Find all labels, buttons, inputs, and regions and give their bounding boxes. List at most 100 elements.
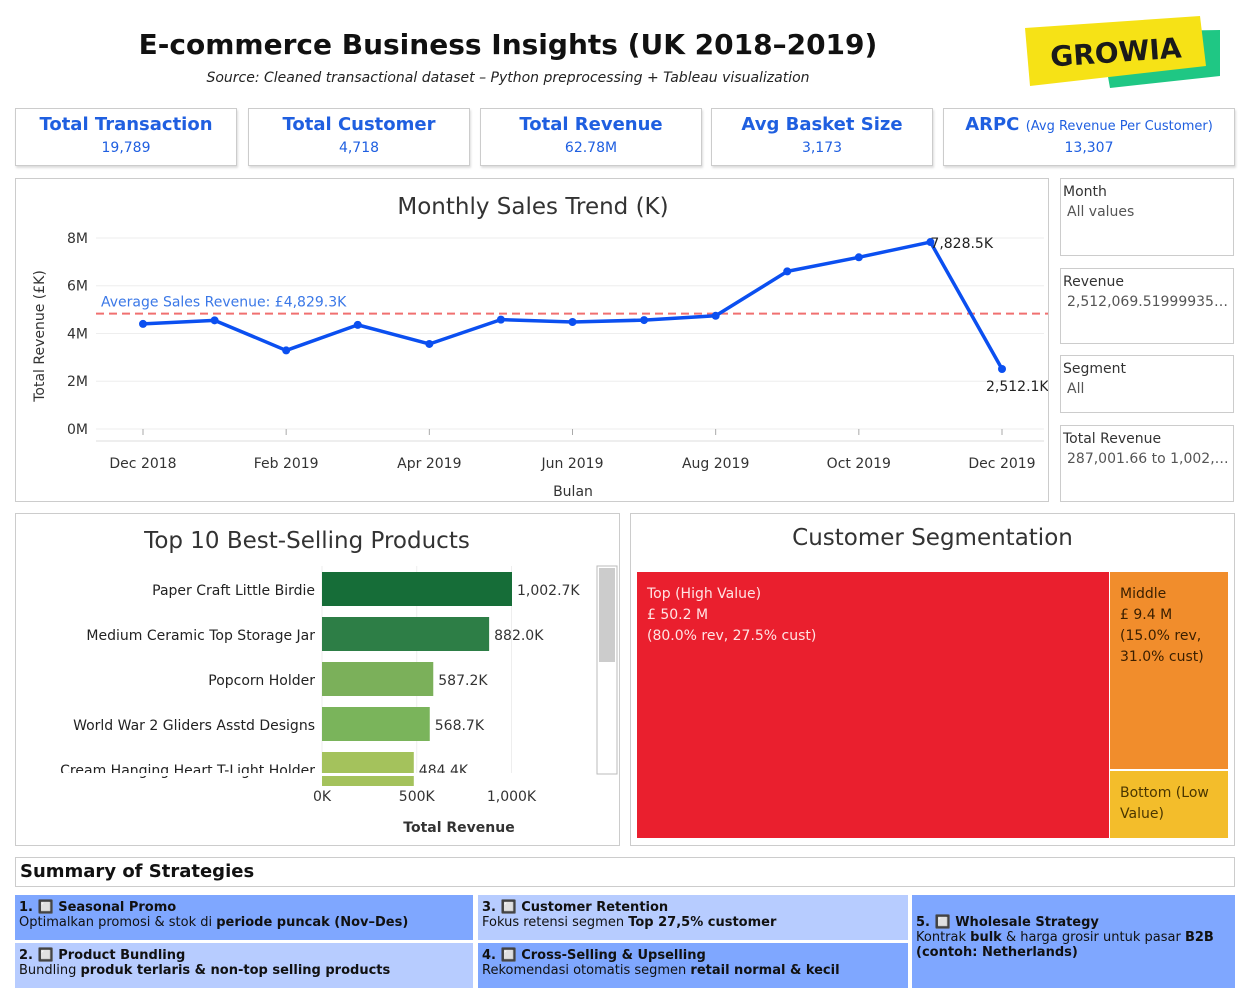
strategy-heading: 5. 🔲 Wholesale Strategy	[916, 915, 1099, 930]
segment-bottom-name-1: Bottom (Low	[1120, 785, 1209, 801]
product-value-label: 587.2K	[438, 673, 488, 689]
filter-value[interactable]: 287,001.66 to 1,002,7..	[1063, 451, 1231, 467]
filter-label: Month	[1063, 184, 1107, 200]
segment-middle-name: Middle	[1120, 586, 1167, 602]
line-y-tick-label: 4M	[67, 326, 88, 342]
bar-x-tick-label: 0K	[313, 789, 332, 805]
product-category-label: Popcorn Holder	[208, 673, 315, 689]
segmentation-title: Customer Segmentation	[792, 525, 1073, 551]
kpi-label: ARPC	[965, 114, 1020, 135]
product-category-label: Cream Hanging Heart T-Light Holder	[60, 763, 315, 779]
kpi-value: 19,789	[101, 140, 151, 156]
product-bar	[322, 572, 512, 606]
sales-data-point	[282, 346, 291, 355]
product-bar	[322, 707, 430, 741]
segment-middle[interactable]: Middle £ 9.4 M (15.0% rev, 31.0% cust)	[1110, 572, 1228, 769]
top-products-panel: Top 10 Best-Selling Products Total Reven…	[15, 513, 620, 846]
strategy-heading: 4. 🔲 Cross-Selling & Upselling	[482, 948, 706, 963]
strategies-title: Summary of Strategies	[15, 857, 1235, 887]
bar-x-axis-label: Total Revenue	[403, 820, 514, 836]
average-reference-label: Average Sales Revenue: £4,829.3K	[101, 295, 347, 311]
line-x-tick-label: Aug 2019	[682, 456, 749, 472]
strategy-text: Kontrak bulk & harga grosir untuk pasar …	[916, 930, 1214, 945]
kpi-total-customer: Total Customer 4,718	[248, 108, 470, 166]
filter-month[interactable]: Month All values	[1060, 178, 1234, 256]
segment-top-value: £ 50.2 M	[647, 607, 709, 623]
sales-point-label: 7,828.5K	[930, 236, 993, 252]
monthly-sales-chart[interactable]: Monthly Sales Trend (K) Total Revenue (£…	[16, 179, 1049, 501]
segment-top-name: Top (High Value)	[647, 586, 762, 602]
top-products-chart[interactable]: Top 10 Best-Selling Products Total Reven…	[16, 514, 619, 845]
strategy-customer-retention: 3. 🔲 Customer Retention Fokus retensi se…	[478, 895, 908, 940]
strategy-heading: 1. 🔲 Seasonal Promo	[19, 900, 177, 915]
kpi-label-note: (Avg Revenue Per Customer)	[1025, 119, 1213, 134]
kpi-arpc: ARPC (Avg Revenue Per Customer) 13,307	[943, 108, 1235, 166]
segment-bottom[interactable]: Bottom (Low Value)	[1110, 771, 1228, 838]
growia-logo: GROWIA	[1020, 14, 1230, 94]
segment-middle-detail-2: 31.0% cust)	[1120, 649, 1204, 665]
filter-value[interactable]: All values	[1063, 204, 1231, 220]
strategy-heading: 3. 🔲 Customer Retention	[482, 900, 669, 915]
kpi-label: Total Transaction	[39, 114, 213, 135]
strategy-text: Bundling produk terlaris & non-top selli…	[19, 963, 391, 978]
strategy-text: Fokus retensi segmen Top 27,5% customer	[482, 915, 777, 930]
kpi-value: 4,718	[338, 140, 380, 156]
sales-data-point	[854, 253, 863, 262]
segment-bottom-name-2: Value)	[1120, 806, 1164, 822]
line-y-tick-label: 2M	[67, 374, 88, 390]
strategy-wholesale: 5. 🔲 Wholesale Strategy Kontrak bulk & h…	[912, 895, 1235, 988]
segment-top[interactable]: Top (High Value) £ 50.2 M (80.0% rev, 27…	[637, 572, 1109, 838]
strategy-product-bundling: 2. 🔲 Product Bundling Bundling produk te…	[15, 943, 473, 988]
monthly-sales-panel: Monthly Sales Trend (K) Total Revenue (£…	[15, 178, 1049, 502]
strategy-cross-selling: 4. 🔲 Cross-Selling & Upselling Rekomenda…	[478, 943, 908, 988]
sales-data-point	[210, 316, 219, 325]
kpi-label: Avg Basket Size	[741, 114, 903, 135]
bar-chart-title: Top 10 Best-Selling Products	[143, 528, 470, 554]
line-x-tick-label: Apr 2019	[397, 456, 461, 472]
segment-top-detail: (80.0% rev, 27.5% cust)	[647, 628, 817, 644]
strategy-heading: 2. 🔲 Product Bundling	[19, 948, 186, 963]
dashboard-title: E-commerce Business Insights (UK 2018–20…	[138, 28, 878, 61]
filter-value[interactable]: All	[1063, 381, 1231, 397]
segment-middle-value: £ 9.4 M	[1120, 607, 1173, 623]
filter-segment[interactable]: Segment All	[1060, 355, 1234, 413]
line-x-tick-label: Feb 2019	[254, 456, 319, 472]
scrollbar-thumb[interactable]	[599, 568, 615, 662]
line-y-tick-label: 0M	[67, 422, 88, 438]
line-x-axis-label: Bulan	[553, 484, 593, 500]
sales-data-point	[711, 311, 720, 320]
product-bar	[322, 617, 490, 651]
product-value-label: 484.4K	[419, 763, 469, 779]
segment-middle-detail-1: (15.0% rev,	[1120, 628, 1202, 644]
sales-data-point	[640, 316, 649, 325]
line-y-tick-label: 8M	[67, 231, 88, 247]
line-x-tick-label: Dec 2019	[968, 456, 1035, 472]
sales-data-point	[783, 267, 792, 276]
customer-segmentation-panel: Customer Segmentation Top (High Value) £…	[630, 513, 1235, 846]
line-x-tick-label: Jun 2019	[541, 456, 604, 472]
line-x-tick-label: Oct 2019	[827, 456, 891, 472]
filter-label: Segment	[1063, 361, 1126, 377]
filter-revenue[interactable]: Revenue 2,512,069.51999935 t..	[1060, 268, 1234, 344]
dashboard-subtitle: Source: Cleaned transactional dataset – …	[206, 70, 810, 86]
kpi-value: 3,173	[801, 140, 843, 156]
strategy-seasonal-promo: 1. 🔲 Seasonal Promo Optimalkan promosi &…	[15, 895, 473, 940]
strategy-text: Rekomendasi otomatis segmen retail norma…	[482, 963, 840, 978]
sales-data-point	[998, 365, 1006, 374]
kpi-total-revenue: Total Revenue 62.78M	[480, 108, 702, 166]
product-category-label: World War 2 Gliders Asstd Designs	[73, 718, 315, 734]
kpi-total-transaction: Total Transaction 19,789	[15, 108, 237, 166]
sales-data-point	[496, 315, 505, 324]
strategy-text: Optimalkan promosi & stok di periode pun…	[19, 915, 409, 930]
product-bar	[322, 662, 434, 696]
filter-value[interactable]: 2,512,069.51999935 t..	[1063, 294, 1231, 310]
product-value-label: 882.0K	[494, 628, 544, 644]
filter-label: Revenue	[1063, 274, 1124, 290]
kpi-label: Total Revenue	[519, 114, 663, 135]
kpi-avg-basket-size: Avg Basket Size 3,173	[711, 108, 933, 166]
sales-data-point	[568, 318, 577, 327]
filter-total-revenue[interactable]: Total Revenue 287,001.66 to 1,002,7..	[1060, 425, 1234, 502]
kpi-label: Total Customer	[282, 114, 436, 135]
bar-x-tick-label: 1,000K	[487, 789, 537, 805]
product-bar	[322, 752, 414, 786]
